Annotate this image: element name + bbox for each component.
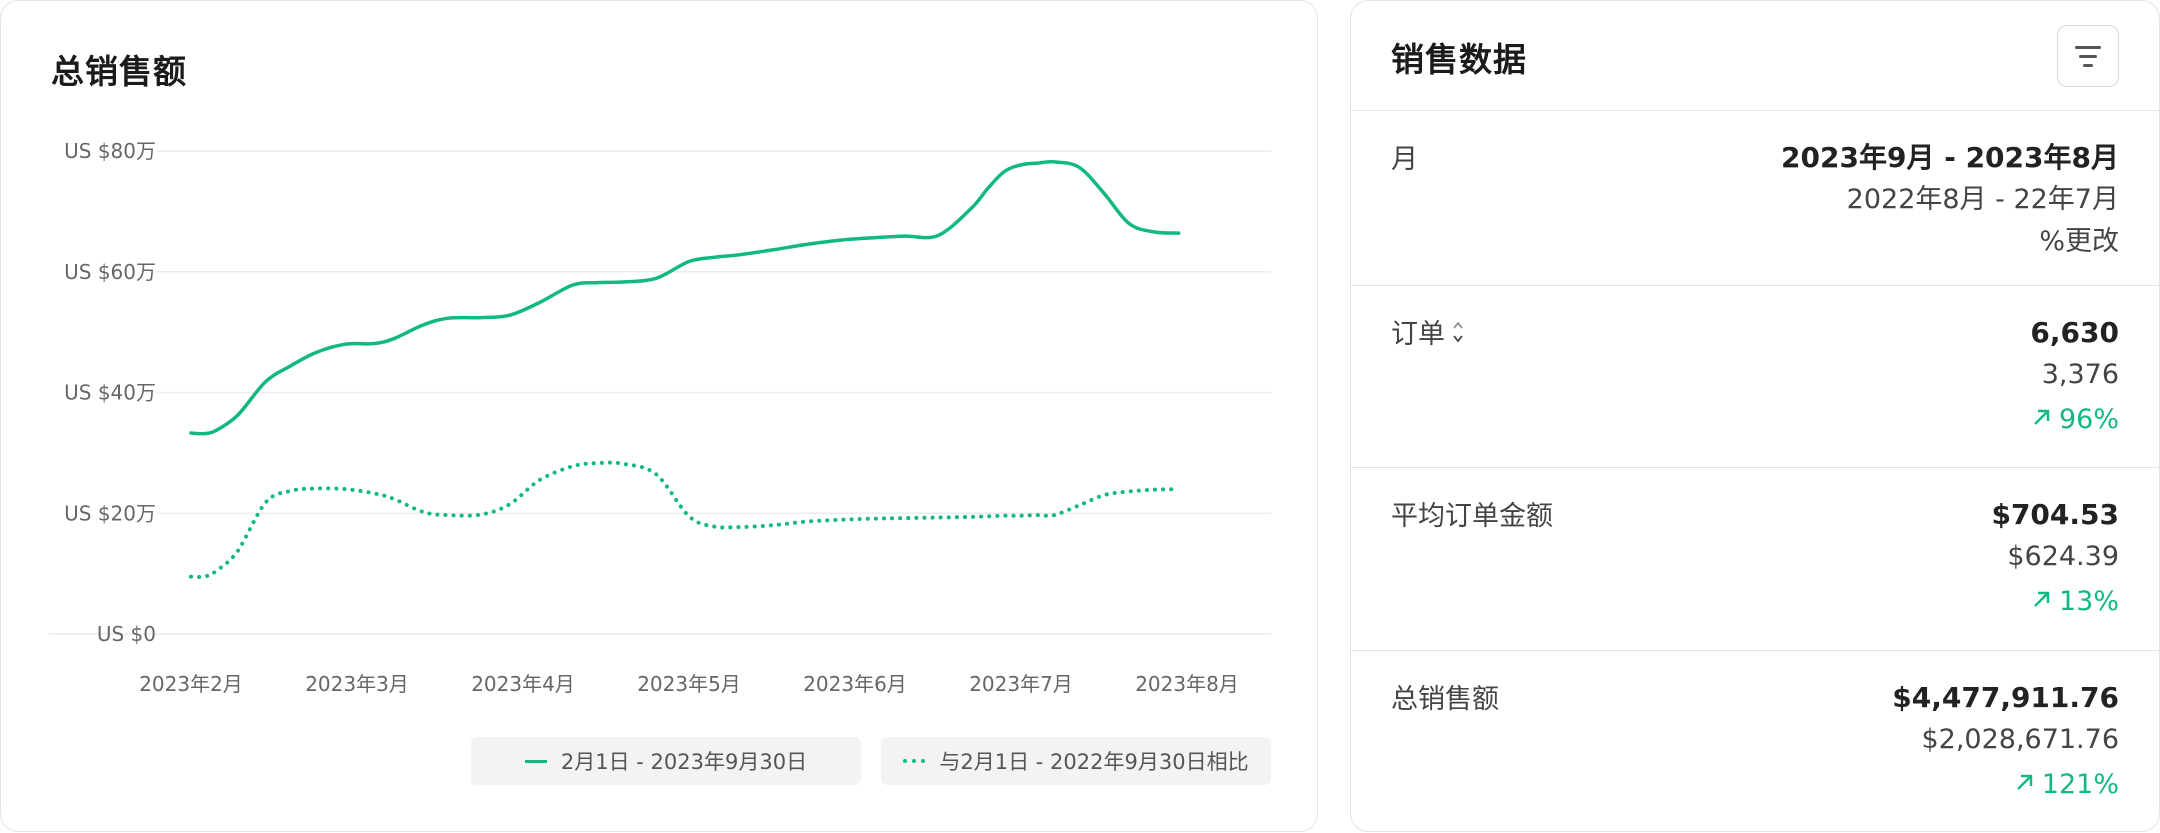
total-sales-current: $4,477,911.76 xyxy=(1892,681,2119,714)
y-tick-label: US $80万 xyxy=(64,139,156,163)
x-tick-label: 2023年6月 xyxy=(803,672,907,696)
sales-chart-card: 总销售额 US $0 US $20万 US $40万 US $60万 US $80万 20… xyxy=(0,0,1318,832)
y-tick-label: US $20万 xyxy=(64,501,156,525)
legend-label-current: 2月1日 - 2023年9月30日 xyxy=(560,750,808,774)
orders-change-value: 96% xyxy=(2058,404,2119,435)
arrow-up-right-icon xyxy=(2014,761,2036,809)
dotted-line-icon xyxy=(903,759,926,763)
period-current: 2023年9月 - 2023年8月 xyxy=(1781,141,2119,174)
legend-item-previous[interactable]: 与2月1日 - 2022年9月30日相比 xyxy=(881,737,1271,785)
sort-icon[interactable] xyxy=(1451,319,1465,345)
stats-header: 销售数据 xyxy=(1351,1,2159,111)
filter-button[interactable] xyxy=(2057,25,2119,87)
total-sales-change-value: 121% xyxy=(2041,769,2119,800)
x-tick-label: 2023年3月 xyxy=(305,672,409,696)
line-chart: US $0 US $20万 US $40万 US $60万 US $80万 2023年2月… xyxy=(49,139,1271,696)
aov-previous: $624.39 xyxy=(2007,541,2119,572)
orders-label: 订单 xyxy=(1391,319,1445,350)
x-tick-label: 2023年2月 xyxy=(139,672,243,696)
y-tick-label: US $0 xyxy=(97,622,156,646)
orders-previous: 3,376 xyxy=(2041,359,2119,390)
aov-change: 13% xyxy=(1991,578,2119,626)
orders-current: 6,630 xyxy=(2030,316,2119,349)
period-label: 月 xyxy=(1391,144,1418,175)
filter-icon xyxy=(2075,46,2101,49)
aov-change-value: 13% xyxy=(2058,586,2119,617)
legend-item-current[interactable]: 2月1日 - 2023年9月30日 xyxy=(471,737,861,785)
aov-label: 平均订单金额 xyxy=(1391,501,1553,532)
orders-values: 6,630 3,376 96% xyxy=(2030,312,2119,444)
arrow-up-right-icon xyxy=(2031,396,2053,444)
total-sales-label: 总销售额 xyxy=(1391,684,1499,715)
aov-current: $704.53 xyxy=(1991,498,2119,531)
x-tick-label: 2023年4月 xyxy=(471,672,575,696)
period-values: 2023年9月 - 2023年8月 2022年8月 - 22年7月 %更改 xyxy=(1781,137,2119,263)
solid-line-icon xyxy=(524,759,547,763)
total-sales-change: 121% xyxy=(1892,761,2119,809)
y-tick-label: US $40万 xyxy=(64,381,156,405)
series-line-previous[interactable] xyxy=(189,460,1181,579)
stat-row-total-sales: 总销售额 $4,477,911.76 $2,028,671.76 121% xyxy=(1351,651,2159,833)
filter-icon-line xyxy=(2083,64,2093,67)
x-tick-label: 2023年8月 xyxy=(1135,672,1239,696)
period-row: 月 2023年9月 - 2023年8月 2022年8月 - 22年7月 %更改 xyxy=(1351,111,2159,286)
y-tick-label: US $60万 xyxy=(64,260,156,284)
legend-label-previous: 与2月1日 - 2022年9月30日相比 xyxy=(939,750,1249,774)
period-previous: 2022年8月 - 22年7月 xyxy=(1846,184,2119,215)
total-sales-previous: $2,028,671.76 xyxy=(1921,724,2119,755)
orders-change: 96% xyxy=(2030,396,2119,444)
total-sales-values: $4,477,911.76 $2,028,671.76 121% xyxy=(1892,677,2119,809)
sales-stats-card: 销售数据 月 2023年9月 - 2023年8月 2022年8月 - 22年7月… xyxy=(1350,0,2160,832)
period-change-label: %更改 xyxy=(2039,226,2119,257)
stat-row-aov: 平均订单金额 $704.53 $624.39 13% xyxy=(1351,468,2159,651)
orders-label-wrap[interactable]: 订单 xyxy=(1391,312,1465,351)
x-tick-label: 2023年5月 xyxy=(637,672,741,696)
stat-row-orders: 订单 6,630 3,376 96% xyxy=(1351,286,2159,468)
aov-values: $704.53 $624.39 13% xyxy=(1991,494,2119,626)
arrow-up-right-icon xyxy=(2031,578,2053,626)
filter-icon-line xyxy=(2079,55,2097,58)
stats-title: 销售数据 xyxy=(1391,40,1527,79)
x-tick-label: 2023年7月 xyxy=(969,672,1073,696)
